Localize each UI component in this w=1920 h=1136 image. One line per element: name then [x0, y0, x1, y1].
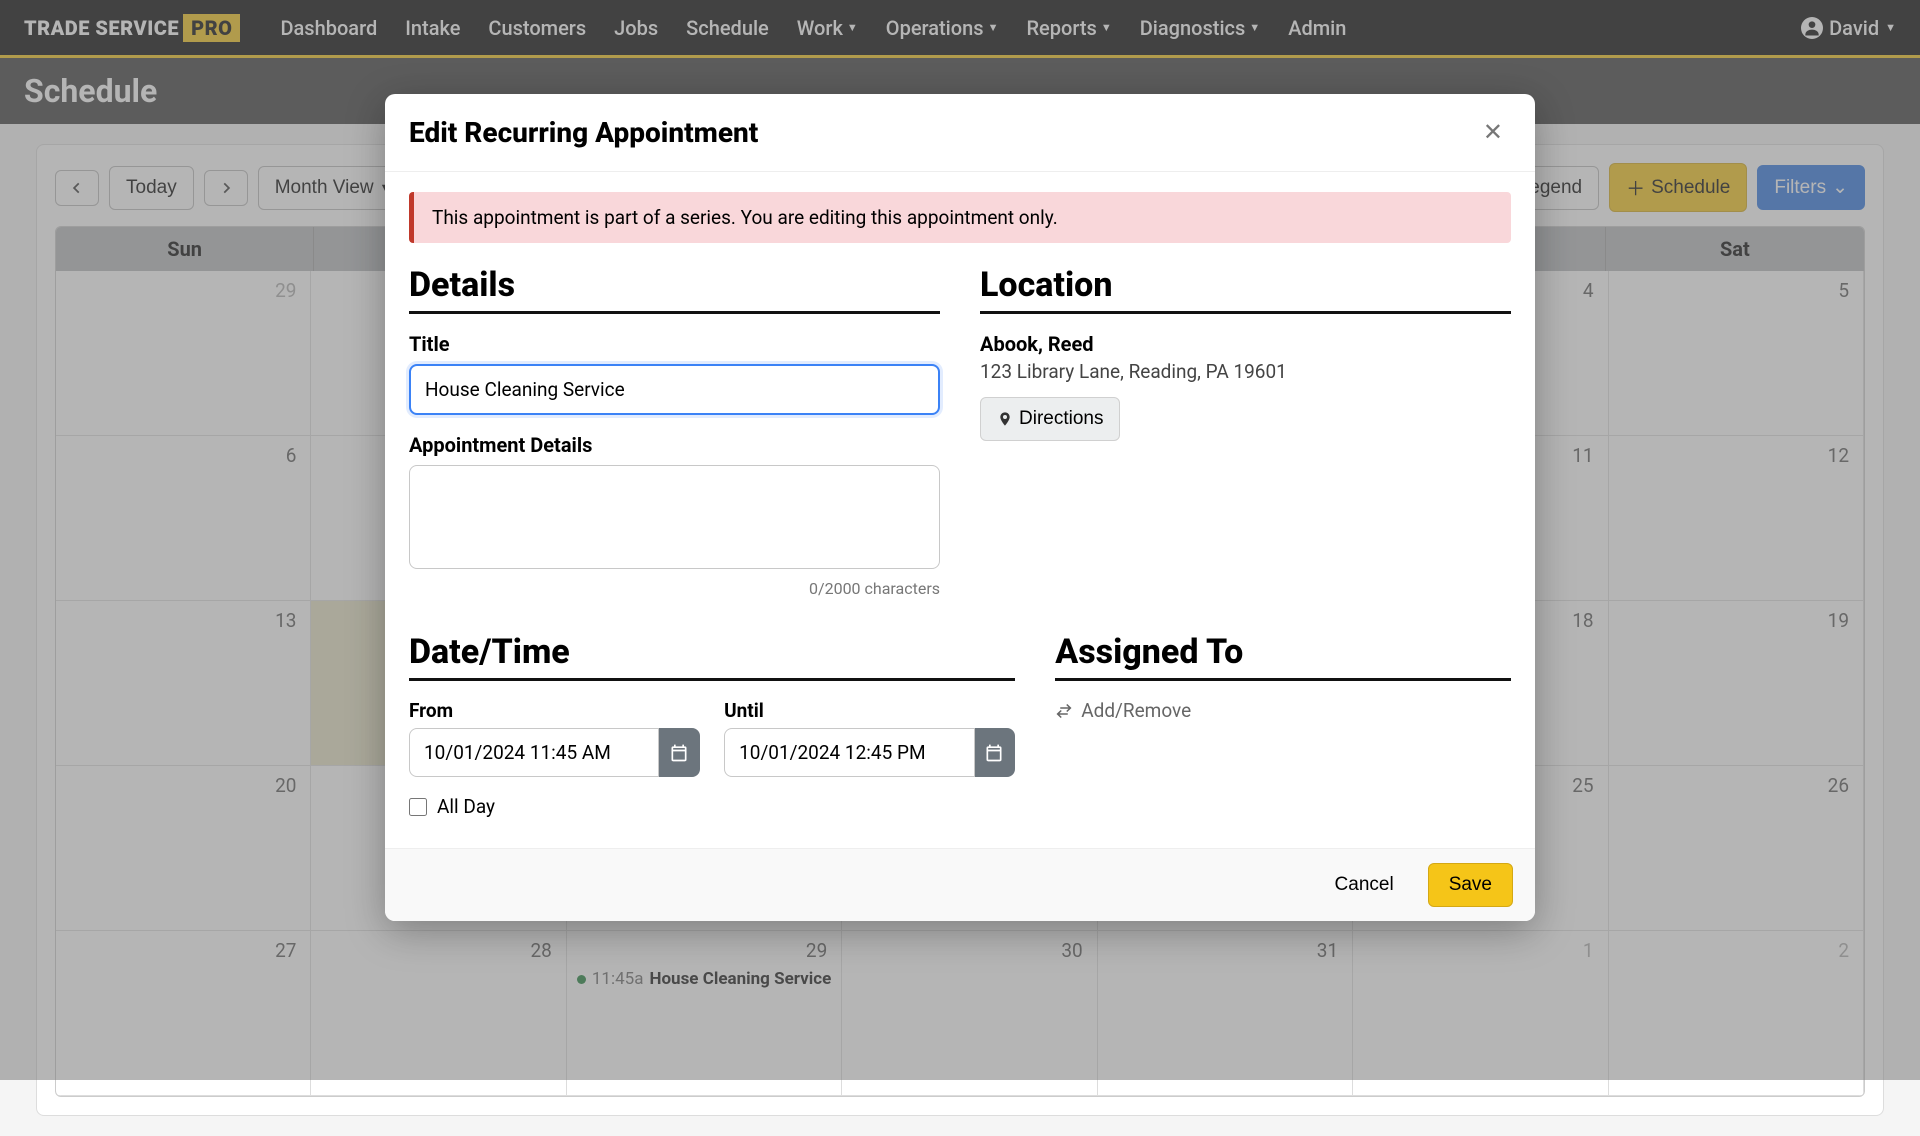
- modal-header: Edit Recurring Appointment ✕: [385, 94, 1535, 172]
- calendar-icon: [984, 743, 1004, 763]
- modal-body: This appointment is part of a series. Yo…: [385, 172, 1535, 848]
- assigned-section: Assigned To Add/Remove: [1055, 632, 1511, 818]
- location-heading: Location: [980, 265, 1511, 305]
- directions-label: Directions: [1019, 408, 1103, 430]
- details-heading: Details: [409, 265, 940, 305]
- title-label: Title: [409, 332, 940, 356]
- appointment-details-label: Appointment Details: [409, 433, 940, 457]
- edit-appointment-modal: Edit Recurring Appointment ✕ This appoin…: [385, 94, 1535, 921]
- pin-icon: [997, 411, 1013, 427]
- modal-overlay[interactable]: Edit Recurring Appointment ✕ This appoin…: [0, 0, 1920, 1080]
- calendar-icon: [669, 743, 689, 763]
- close-icon: ✕: [1483, 119, 1503, 146]
- all-day-checkbox[interactable]: [409, 798, 427, 816]
- location-address: 123 Library Lane, Reading, PA 19601: [980, 360, 1511, 383]
- modal-footer: Cancel Save: [385, 848, 1535, 921]
- all-day-label: All Day: [437, 795, 495, 818]
- directions-button[interactable]: Directions: [980, 397, 1120, 441]
- datetime-heading: Date/Time: [409, 632, 1015, 672]
- from-input[interactable]: [409, 728, 659, 777]
- series-alert: This appointment is part of a series. Yo…: [409, 192, 1511, 243]
- swap-icon: [1055, 702, 1073, 720]
- from-label: From: [409, 699, 700, 722]
- modal-title: Edit Recurring Appointment: [409, 116, 758, 149]
- add-remove-label: Add/Remove: [1081, 699, 1191, 722]
- add-remove-link[interactable]: Add/Remove: [1055, 699, 1511, 722]
- details-section: Details Title Appointment Details 0/2000…: [409, 265, 940, 598]
- datetime-section: Date/Time From Until: [409, 632, 1015, 818]
- close-button[interactable]: ✕: [1475, 114, 1511, 151]
- title-input[interactable]: [409, 364, 940, 415]
- until-calendar-button[interactable]: [975, 728, 1016, 777]
- from-calendar-button[interactable]: [659, 728, 700, 777]
- appointment-details-input[interactable]: [409, 465, 940, 569]
- location-section: Location Abook, Reed 123 Library Lane, R…: [980, 265, 1511, 598]
- char-count: 0/2000 characters: [409, 579, 940, 598]
- cancel-button[interactable]: Cancel: [1315, 863, 1414, 907]
- location-name: Abook, Reed: [980, 332, 1511, 356]
- save-button[interactable]: Save: [1428, 863, 1513, 907]
- until-input[interactable]: [724, 728, 974, 777]
- until-label: Until: [724, 699, 1015, 722]
- assigned-heading: Assigned To: [1055, 632, 1511, 672]
